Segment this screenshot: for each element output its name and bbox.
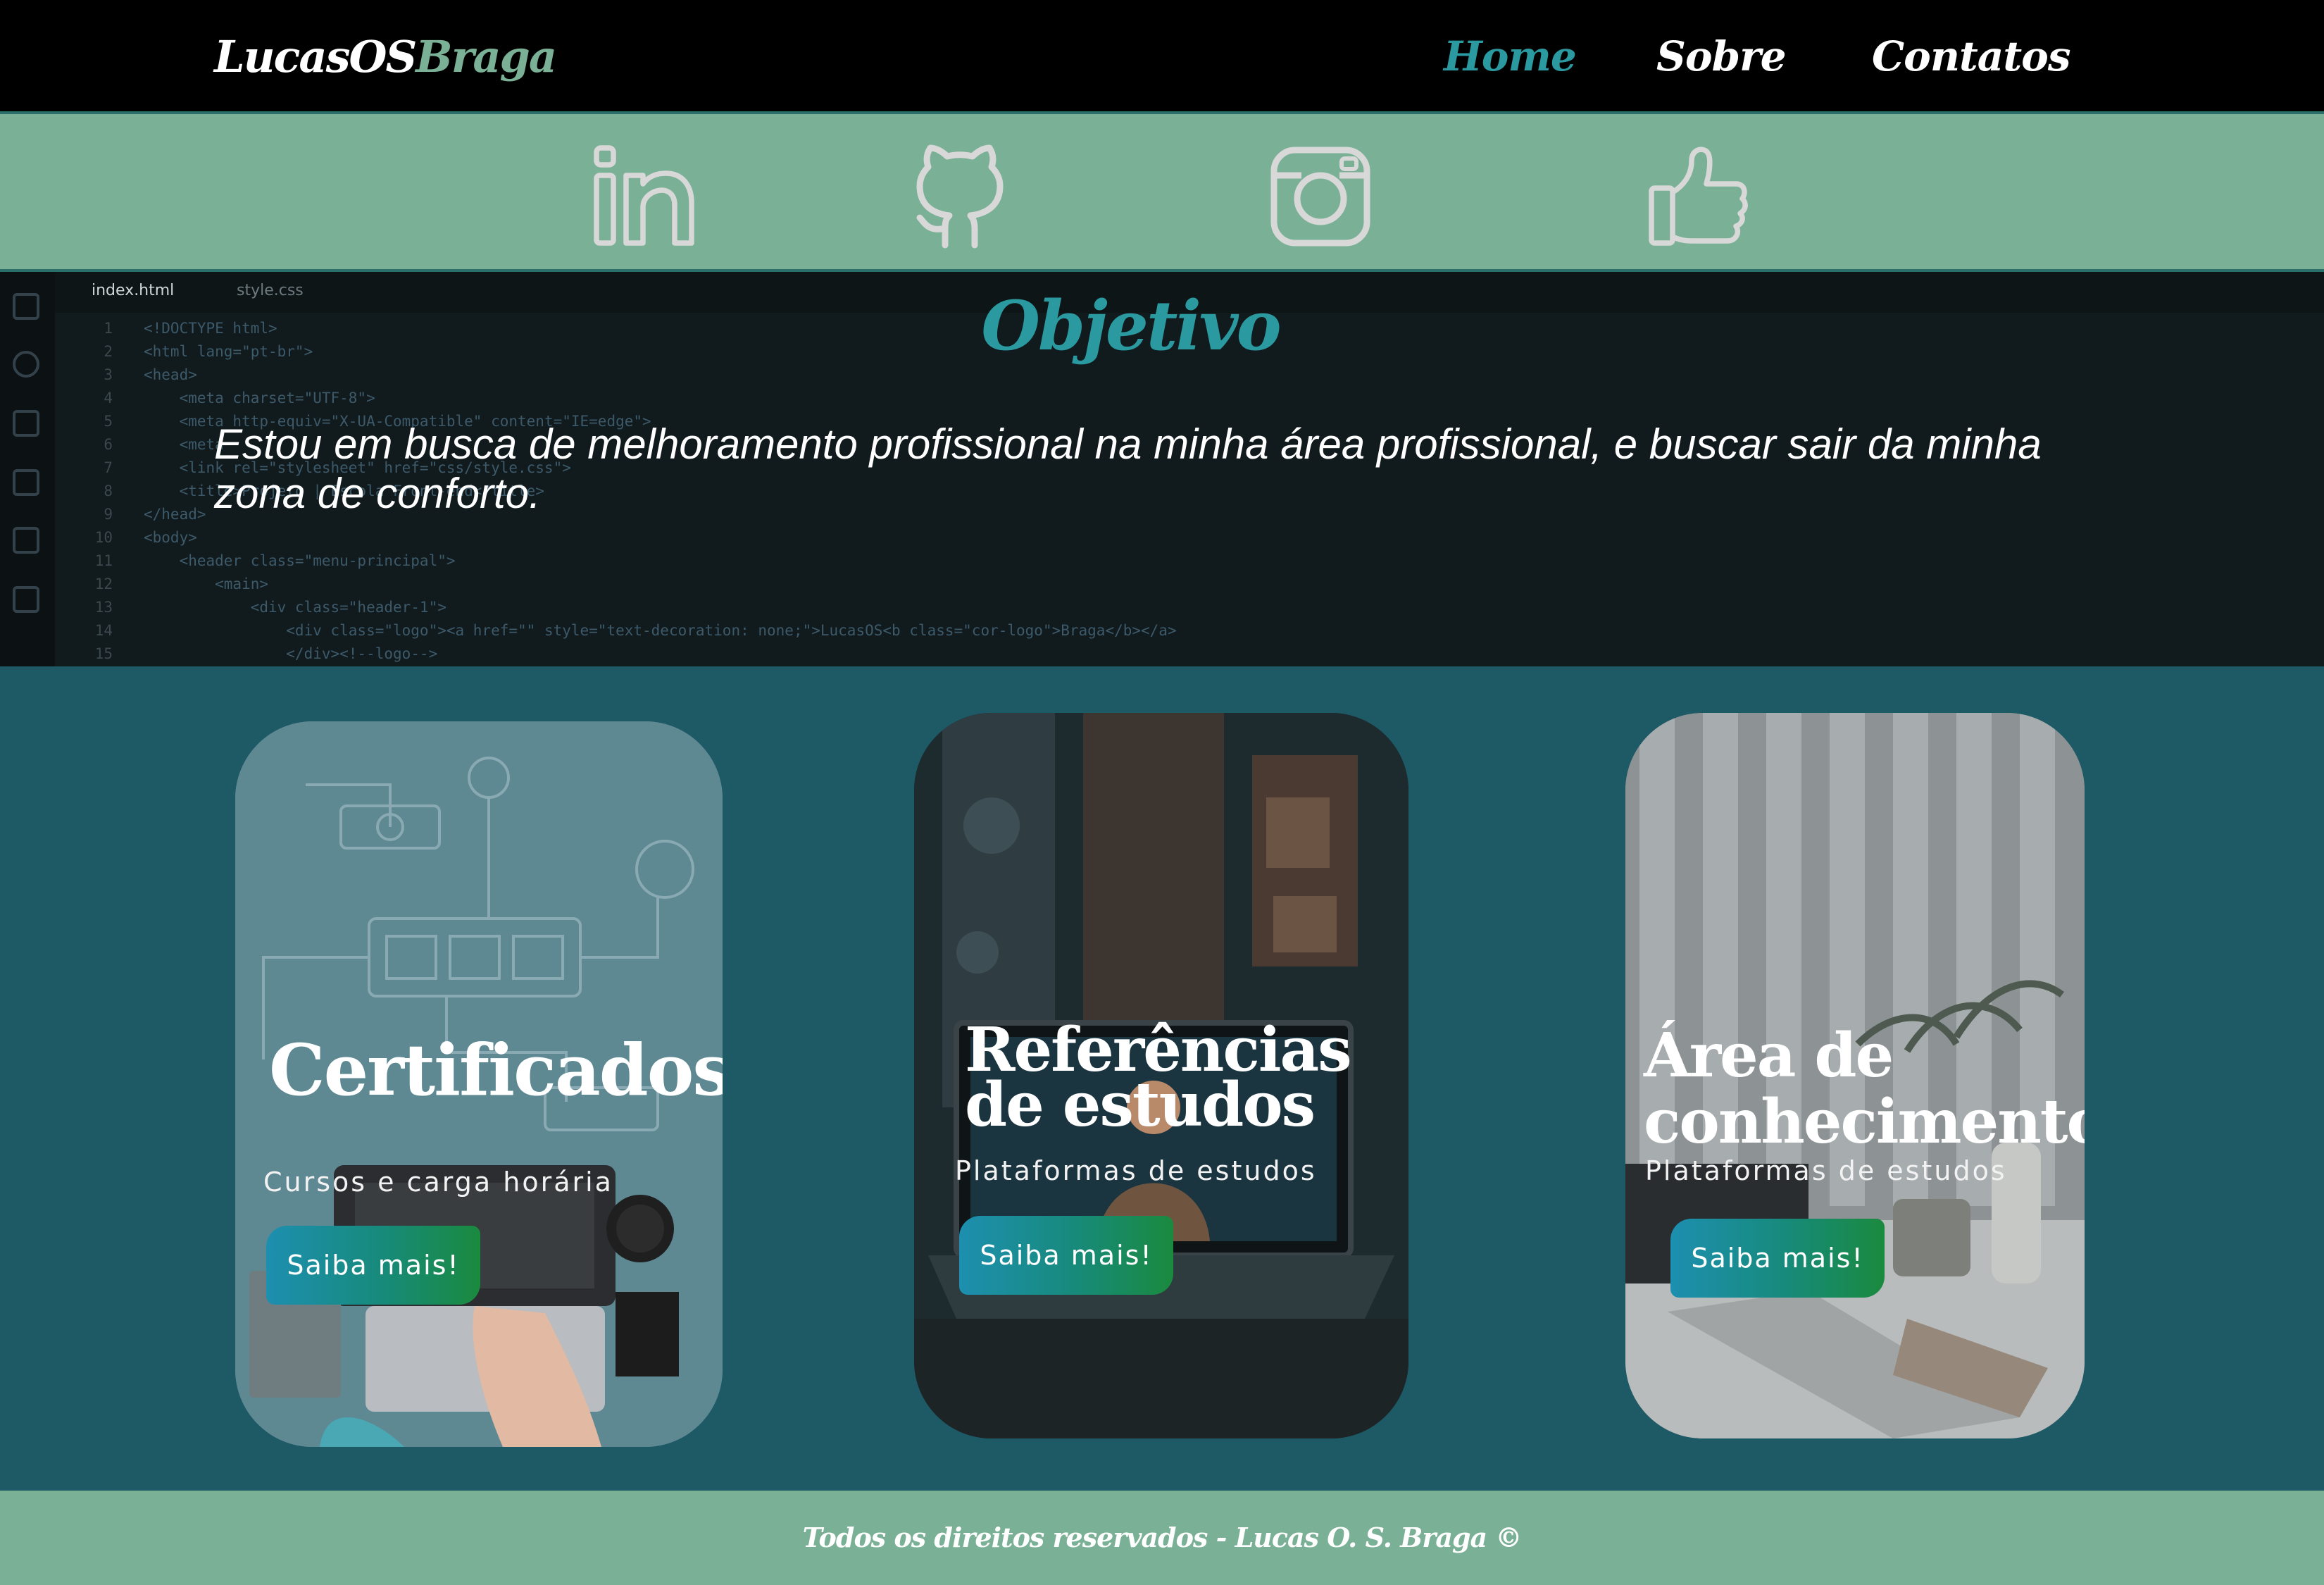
- code-line-number: 7: [104, 459, 113, 476]
- nav-link-home[interactable]: Home: [1444, 32, 1577, 80]
- objective-title: Objetivo: [981, 286, 1281, 366]
- objective-hero: index.html style.css 1 <!DOCTYPE html> 2 <h…: [0, 272, 2324, 666]
- top-navbar: LucasOSBraga Home Sobre Contatos: [0, 0, 2324, 111]
- instagram-icon[interactable]: [1268, 144, 1373, 249]
- card-referencias: Referências de estudos Plataformas de es…: [914, 713, 1408, 1438]
- code-line: 12 <main>: [70, 573, 1177, 596]
- logo-accent-text: Braga: [416, 31, 557, 82]
- code-line: 13 <div class="header-1">: [70, 596, 1177, 619]
- footer-copyright: Todos os direitos reservados - Lucas O. …: [802, 1522, 1523, 1553]
- saiba-mais-button[interactable]: Saiba mais!: [1670, 1219, 1885, 1298]
- cards-section: Certificados Cursos e carga horária Saib…: [0, 666, 2324, 1491]
- code-line-text: <body>: [144, 529, 197, 546]
- code-line-text: <header class="menu-principal">: [144, 552, 456, 569]
- code-line: 10 <body>: [70, 526, 1177, 549]
- code-line-text: <div class="logo"><a href="" style="text…: [144, 622, 1177, 639]
- remote-icon: [13, 586, 39, 613]
- code-line-number: 14: [94, 622, 113, 639]
- card-area-conhecimento: Área de conhecimento Plataformas de estu…: [1625, 713, 2085, 1438]
- card-title: Área de conhecimento: [1644, 1020, 2085, 1157]
- thumbs-up-icon[interactable]: [1645, 144, 1751, 249]
- card-certificados: Certificados Cursos e carga horária Saib…: [235, 721, 723, 1447]
- code-line: 3 <head>: [70, 363, 1177, 387]
- code-line-number: 9: [104, 506, 113, 523]
- code-line-number: 11: [94, 552, 113, 569]
- card-subtitle: Cursos e carga horária: [263, 1167, 613, 1198]
- code-line-number: 3: [104, 366, 113, 383]
- nav-link-sobre[interactable]: Sobre: [1656, 32, 1787, 80]
- card-title: Certificados: [269, 1028, 723, 1112]
- code-line: 14 <div class="logo"><a href="" style="t…: [70, 619, 1177, 642]
- code-line: 11 <header class="menu-principal">: [70, 549, 1177, 573]
- code-line-number: 15: [94, 645, 113, 662]
- site-footer: Todos os direitos reservados - Lucas O. …: [0, 1491, 2324, 1585]
- code-line-text: <head>: [144, 366, 197, 383]
- saiba-mais-button[interactable]: Saiba mais!: [266, 1226, 480, 1305]
- social-links-bar: [0, 111, 2324, 272]
- github-icon[interactable]: [907, 144, 1013, 249]
- code-line-text: <meta charset="UTF-8">: [144, 390, 375, 406]
- code-line-number: 10: [94, 529, 113, 546]
- linkedin-icon[interactable]: [590, 144, 696, 249]
- code-line-text: </div><!--logo-->: [144, 645, 438, 662]
- debug-icon: [13, 469, 39, 496]
- card-subtitle: Plataformas de estudos: [955, 1155, 1317, 1186]
- code-line-number: 12: [94, 576, 113, 592]
- extensions-icon: [13, 527, 39, 554]
- card-title: Referências de estudos: [965, 1014, 1352, 1140]
- code-line-number: 6: [104, 436, 113, 453]
- code-line-number: 13: [94, 599, 113, 616]
- code-line-text: <meta: [144, 436, 224, 453]
- objective-text: Estou em busca de melhoramento profissio…: [214, 421, 2042, 517]
- site-logo[interactable]: LucasOSBraga: [214, 31, 557, 82]
- card-subtitle: Plataformas de estudos: [1645, 1155, 2007, 1186]
- code-line: 4 <meta charset="UTF-8">: [70, 387, 1177, 410]
- code-line: 15 </div><!--logo-->: [70, 642, 1177, 666]
- nav-link-contatos[interactable]: Contatos: [1872, 32, 2071, 80]
- source-control-icon: [13, 410, 39, 437]
- code-line-text: </head>: [144, 506, 206, 523]
- saiba-mais-button[interactable]: Saiba mais!: [959, 1216, 1173, 1295]
- code-line-text: <main>: [144, 576, 269, 592]
- code-line-number: 5: [104, 413, 113, 430]
- code-line-number: 8: [104, 483, 113, 499]
- code-line-number: 4: [104, 390, 113, 406]
- code-line-text: <div class="header-1">: [144, 599, 446, 616]
- logo-main-text: LucasOS: [214, 31, 417, 82]
